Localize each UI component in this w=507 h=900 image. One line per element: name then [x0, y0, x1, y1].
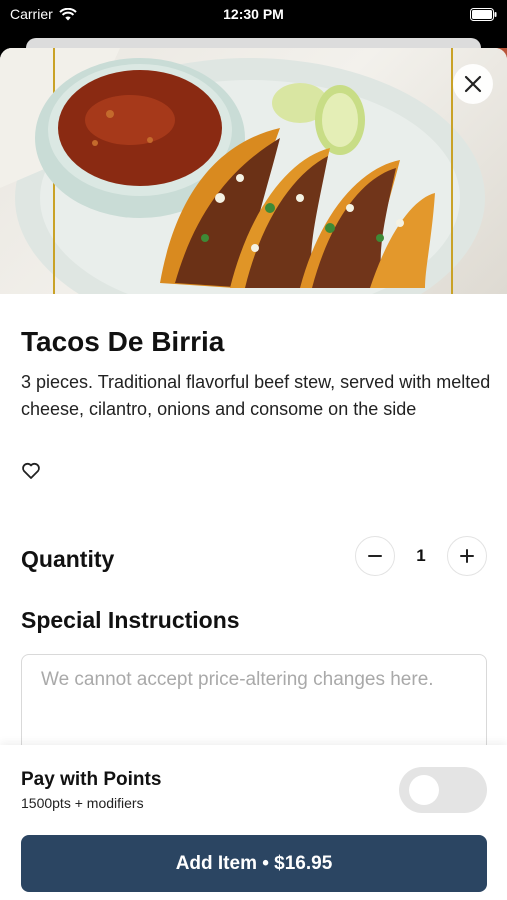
battery-icon [470, 8, 497, 21]
add-item-button[interactable]: Add Item • $16.95 [21, 835, 487, 892]
special-instructions-label: Special Instructions [21, 607, 240, 633]
quantity-label: Quantity [21, 546, 115, 572]
pay-with-points-toggle[interactable] [399, 767, 487, 813]
quantity-value: 1 [416, 546, 426, 565]
item-image [0, 48, 507, 294]
app-screen: Carrier 12:30 PM Tacos De Birria 3 piece… [0, 0, 507, 900]
toggle-knob [409, 775, 439, 805]
item-title: Tacos De Birria [21, 326, 225, 357]
order-footer: Pay with Points 1500pts + modifiers Add … [0, 745, 507, 900]
close-button[interactable] [453, 64, 493, 104]
item-detail-sheet: Tacos De Birria 3 pieces. Traditional fl… [0, 48, 507, 900]
favorite-button[interactable] [21, 461, 41, 481]
close-icon [464, 75, 482, 93]
item-description: 3 pieces. Traditional flavorful beef ste… [21, 372, 491, 419]
points-cost-label: 1500pts + modifiers [21, 795, 144, 811]
status-time: 12:30 PM [223, 6, 284, 22]
plus-icon [460, 549, 474, 563]
minus-icon [368, 555, 382, 557]
quantity-decrement-button[interactable] [355, 536, 395, 576]
status-bar: Carrier 12:30 PM [0, 0, 507, 30]
pay-with-points-label: Pay with Points [21, 769, 162, 790]
heart-icon [22, 462, 40, 479]
quantity-increment-button[interactable] [447, 536, 487, 576]
quantity-stepper: 1 [355, 536, 487, 578]
tacos-photo [0, 48, 485, 294]
